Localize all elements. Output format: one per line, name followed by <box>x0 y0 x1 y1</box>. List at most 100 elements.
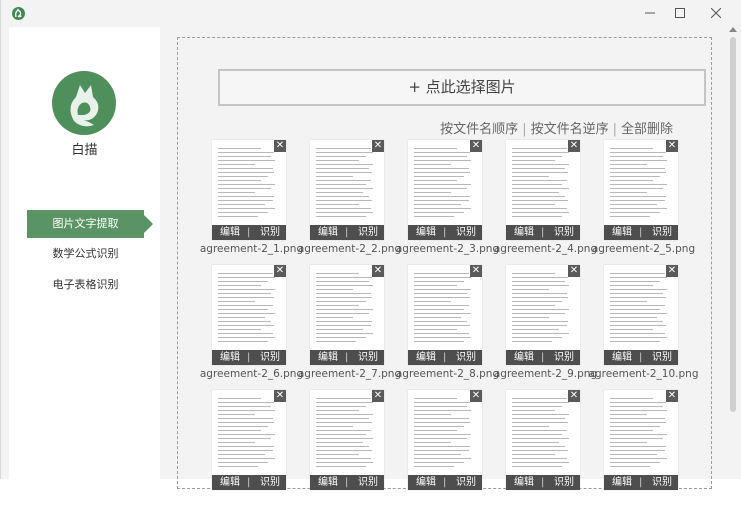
app-icon <box>12 7 25 20</box>
thumbnail-action-bar: 编辑 | 识别 <box>408 475 482 490</box>
edit-button[interactable]: 编辑 <box>220 225 240 240</box>
edit-button[interactable]: 编辑 <box>612 475 632 490</box>
edit-button[interactable]: 编辑 <box>514 350 534 365</box>
thumbnail-filename: agreement-2_1.png <box>199 243 304 255</box>
separator: | <box>345 227 349 238</box>
separator: | <box>443 477 447 488</box>
recognize-button[interactable]: 识别 <box>652 225 672 240</box>
delete-thumbnail-icon[interactable]: ✕ <box>568 265 580 277</box>
edit-button[interactable]: 编辑 <box>416 475 436 490</box>
image-thumbnail[interactable]: ✕ 编辑 | 识别 <box>302 390 397 515</box>
recognize-button[interactable]: 识别 <box>358 350 378 365</box>
thumbnail-action-bar: 编辑 | 识别 <box>212 225 286 240</box>
delete-thumbnail-icon[interactable]: ✕ <box>568 390 580 402</box>
close-icon <box>710 7 722 19</box>
edit-button[interactable]: 编辑 <box>318 350 338 365</box>
edit-button[interactable]: 编辑 <box>220 350 240 365</box>
recognize-button[interactable]: 识别 <box>652 350 672 365</box>
recognize-button[interactable]: 识别 <box>260 225 280 240</box>
recognize-button[interactable]: 识别 <box>554 475 574 490</box>
delete-thumbnail-icon[interactable]: ✕ <box>470 265 482 277</box>
scroll-up-arrow-icon[interactable] <box>729 27 737 32</box>
thumbnail-filename: agreement-2_10.png <box>588 368 699 380</box>
image-thumbnail[interactable]: ✕ 编辑 | 识别 agreement-2_2.png <box>298 140 401 265</box>
image-thumbnail[interactable]: ✕ 编辑 | 识别 <box>596 390 691 515</box>
thumbnail-action-bar: 编辑 | 识别 <box>408 350 482 365</box>
edit-button[interactable]: 编辑 <box>416 225 436 240</box>
separator: | <box>443 227 447 238</box>
separator: | <box>639 352 643 363</box>
delete-thumbnail-icon[interactable]: ✕ <box>274 390 286 402</box>
delete-thumbnail-icon[interactable]: ✕ <box>470 390 482 402</box>
sidebar-item-math-formula[interactable]: 数学公式识别 <box>27 240 144 268</box>
sort-desc-link[interactable]: 按文件名逆序 <box>531 122 609 137</box>
recognize-button[interactable]: 识别 <box>358 475 378 490</box>
edit-button[interactable]: 编辑 <box>318 225 338 240</box>
image-thumbnail[interactable]: ✕ 编辑 | 识别 agreement-2_4.png <box>494 140 597 265</box>
main-panel: + 点此选择图片 按文件名顺序 | 按文件名逆序 | 全部删除 ✕ 编辑 | 识别 agreem… <box>160 27 725 490</box>
close-button[interactable] <box>701 3 731 23</box>
delete-thumbnail-icon[interactable]: ✕ <box>372 265 384 277</box>
delete-thumbnail-icon[interactable]: ✕ <box>666 265 678 277</box>
edit-button[interactable]: 编辑 <box>514 475 534 490</box>
thumbnail-action-bar: 编辑 | 识别 <box>212 350 286 365</box>
edit-button[interactable]: 编辑 <box>612 350 632 365</box>
edit-button[interactable]: 编辑 <box>318 475 338 490</box>
thumbnail-filename: agreement-2_3.png <box>395 243 500 255</box>
edit-button[interactable]: 编辑 <box>612 225 632 240</box>
separator: | <box>345 477 349 488</box>
sidebar: 白描 图片文字提取 数学公式识别 电子表格识别 <box>9 27 160 479</box>
minimize-button[interactable] <box>635 3 665 23</box>
thumbnail-filename: agreement-2_6.png <box>199 368 304 380</box>
scrollbar[interactable] <box>727 27 741 479</box>
delete-all-link[interactable]: 全部删除 <box>621 122 673 137</box>
thumbnail-action-bar: 编辑 | 识别 <box>506 225 580 240</box>
separator: | <box>345 352 349 363</box>
thumbnail-filename: agreement-2_7.png <box>297 368 402 380</box>
recognize-button[interactable]: 识别 <box>456 225 476 240</box>
image-thumbnail[interactable]: ✕ 编辑 | 识别 agreement-2_10.png <box>589 265 698 390</box>
sidebar-item-image-text-extraction[interactable]: 图片文字提取 <box>27 210 153 238</box>
recognize-button[interactable]: 识别 <box>554 350 574 365</box>
edit-button[interactable]: 编辑 <box>416 350 436 365</box>
delete-thumbnail-icon[interactable]: ✕ <box>274 140 286 152</box>
image-thumbnail[interactable]: ✕ 编辑 | 识别 agreement-2_6.png <box>200 265 303 390</box>
image-thumbnail[interactable]: ✕ 编辑 | 识别 agreement-2_5.png <box>592 140 695 265</box>
delete-thumbnail-icon[interactable]: ✕ <box>372 140 384 152</box>
recognize-button[interactable]: 识别 <box>652 475 672 490</box>
image-thumbnail[interactable]: ✕ 编辑 | 识别 <box>204 390 299 515</box>
image-thumbnail[interactable]: ✕ 编辑 | 识别 agreement-2_8.png <box>396 265 499 390</box>
edit-button[interactable]: 编辑 <box>514 225 534 240</box>
image-drop-zone[interactable]: + 点此选择图片 按文件名顺序 | 按文件名逆序 | 全部删除 ✕ 编辑 | 识别 agreem… <box>177 37 712 490</box>
sort-asc-link[interactable]: 按文件名顺序 <box>440 122 518 137</box>
edit-button[interactable]: 编辑 <box>220 475 240 490</box>
image-thumbnail[interactable]: ✕ 编辑 | 识别 agreement-2_7.png <box>298 265 401 390</box>
image-thumbnail[interactable]: ✕ 编辑 | 识别 <box>498 390 593 515</box>
thumbnail-action-bar: 编辑 | 识别 <box>310 475 384 490</box>
recognize-button[interactable]: 识别 <box>358 225 378 240</box>
image-thumbnail[interactable]: ✕ 编辑 | 识别 <box>400 390 495 515</box>
maximize-button[interactable] <box>665 3 695 23</box>
separator: | <box>612 122 617 137</box>
delete-thumbnail-icon[interactable]: ✕ <box>274 265 286 277</box>
image-thumbnail[interactable]: ✕ 编辑 | 识别 agreement-2_3.png <box>396 140 499 265</box>
delete-thumbnail-icon[interactable]: ✕ <box>666 390 678 402</box>
delete-thumbnail-icon[interactable]: ✕ <box>666 140 678 152</box>
minimize-icon <box>645 12 655 14</box>
select-image-button[interactable]: + 点此选择图片 <box>218 69 706 106</box>
recognize-button[interactable]: 识别 <box>456 475 476 490</box>
scrollbar-thumb[interactable] <box>730 37 736 412</box>
image-thumbnail[interactable]: ✕ 编辑 | 识别 agreement-2_9.png <box>494 265 597 390</box>
delete-thumbnail-icon[interactable]: ✕ <box>568 140 580 152</box>
recognize-button[interactable]: 识别 <box>260 350 280 365</box>
recognize-button[interactable]: 识别 <box>456 350 476 365</box>
recognize-button[interactable]: 识别 <box>260 475 280 490</box>
separator: | <box>541 227 545 238</box>
thumbnail-filename: agreement-2_9.png <box>493 368 598 380</box>
sidebar-item-spreadsheet[interactable]: 电子表格识别 <box>27 271 144 299</box>
image-thumbnail[interactable]: ✕ 编辑 | 识别 agreement-2_1.png <box>200 140 303 265</box>
delete-thumbnail-icon[interactable]: ✕ <box>470 140 482 152</box>
recognize-button[interactable]: 识别 <box>554 225 574 240</box>
thumbnail-filename: agreement-2_8.png <box>395 368 500 380</box>
delete-thumbnail-icon[interactable]: ✕ <box>372 390 384 402</box>
